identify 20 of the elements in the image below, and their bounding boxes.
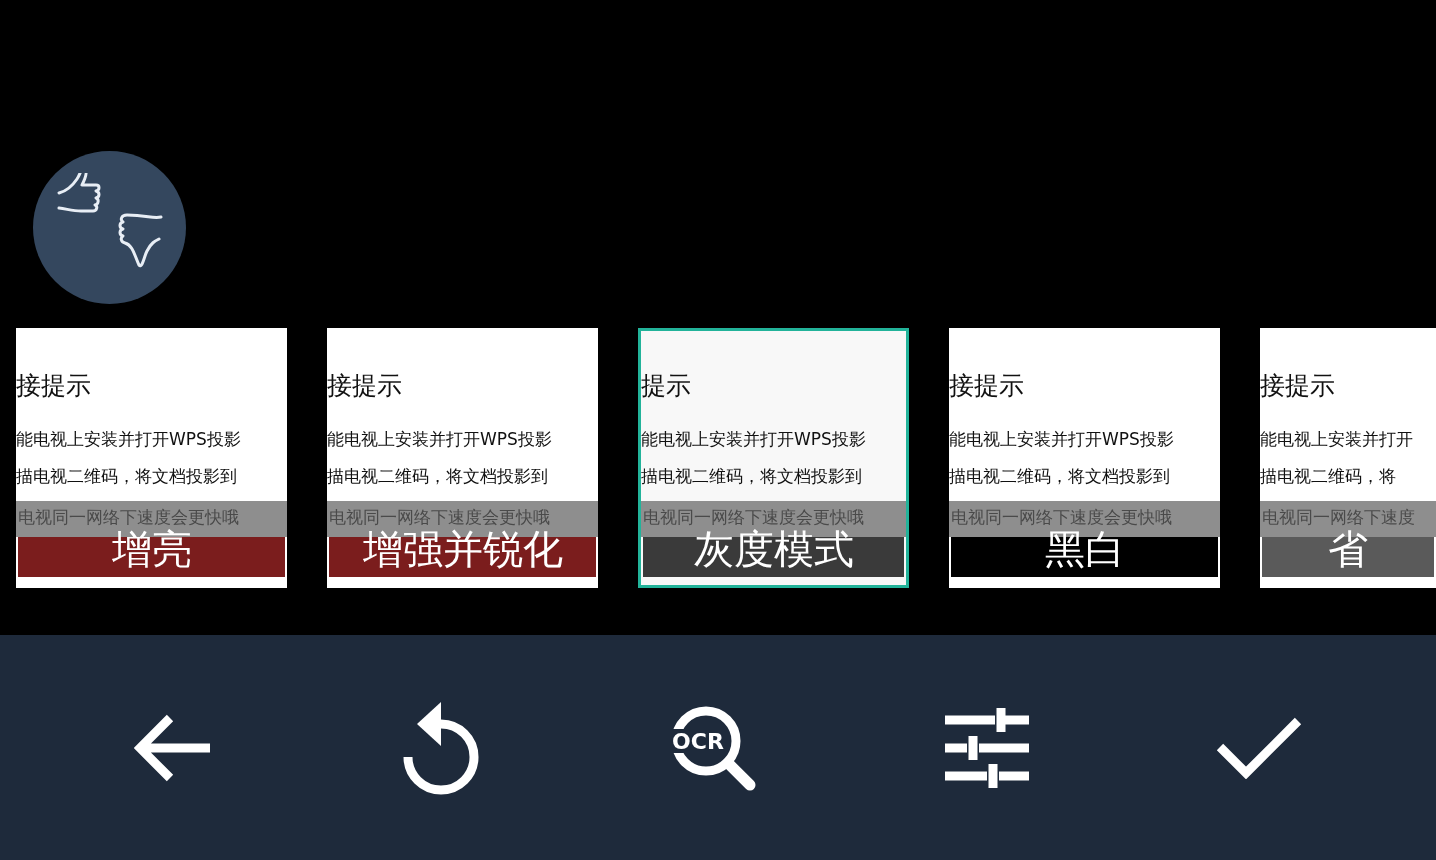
document-line: 能电视上安装并打开WPS投影 [641, 427, 867, 450]
adjust-button[interactable] [945, 707, 1030, 788]
document-line: 描电视二维码，将文档投影到 [327, 464, 549, 487]
document-line: 描电视二维码，将文档投影到 [16, 464, 238, 487]
filter-thumbnail[interactable]: 提示 能电视上安装并打开WPS投影 描电视二维码，将文档投影到 电视同一网络下速度会更快哦 灰度模式 [638, 328, 909, 588]
document-line: 能电视上安装并打开WPS投影 [327, 427, 553, 450]
document-line: 描电视二维码，将 [1260, 464, 1397, 487]
document-line: 能电视上安装并打开WPS投影 [16, 427, 242, 450]
document-line: 能电视上安装并打开 [1260, 427, 1414, 450]
document-title: 接提示 [16, 369, 92, 402]
checkmark-icon [1216, 716, 1303, 779]
document-title: 接提示 [1260, 369, 1336, 402]
sliders-icon [945, 707, 1030, 788]
document-title: 提示 [641, 369, 692, 402]
confirm-button[interactable] [1216, 716, 1303, 779]
document-title: 接提示 [949, 369, 1025, 402]
document-line: 描电视二维码，将文档投影到 [949, 464, 1171, 487]
document-title: 接提示 [327, 369, 403, 402]
document-line: 能电视上安装并打开WPS投影 [949, 427, 1175, 450]
document-line: 描电视二维码，将文档投影到 [641, 464, 863, 487]
